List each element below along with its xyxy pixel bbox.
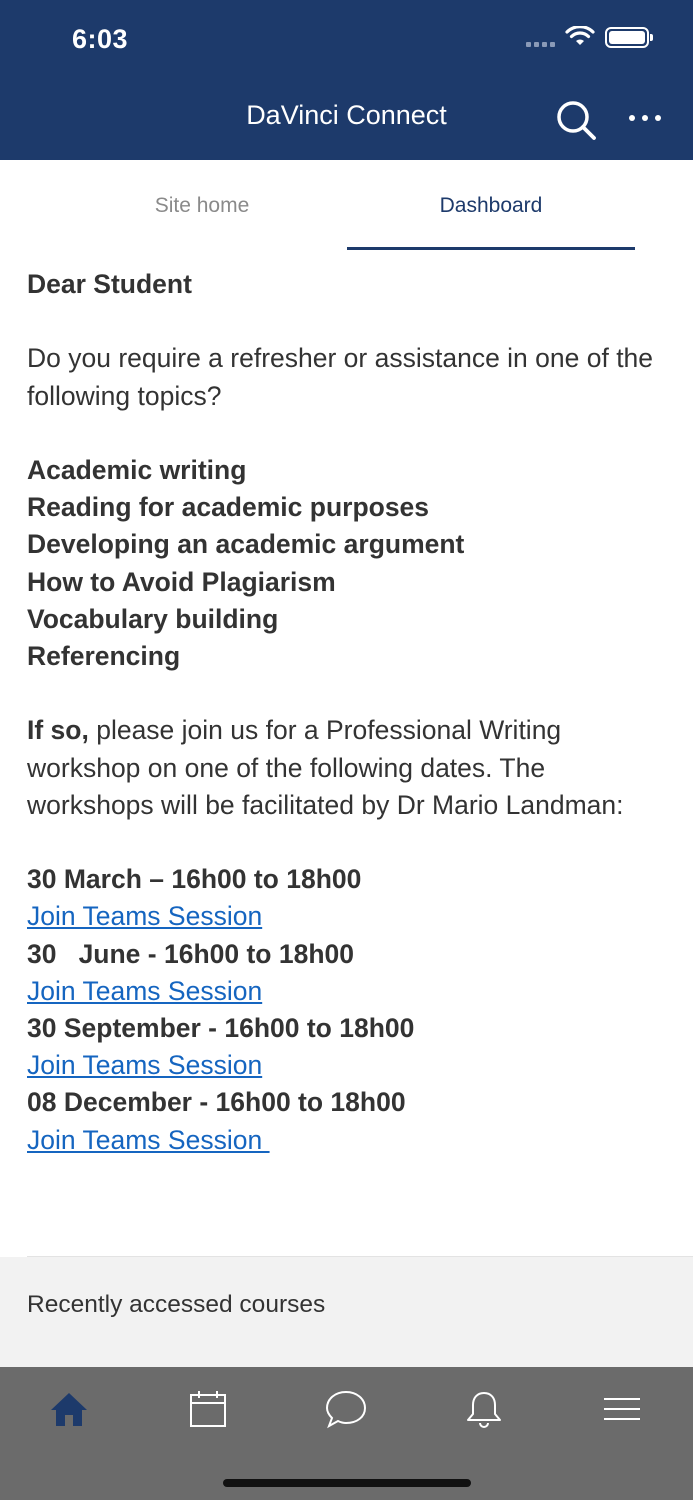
greeting: Dear Student [27,269,192,299]
session-date: 30 June - 16h00 to 18h00 [27,938,354,969]
dashboard-content: Dear Student Do you require a refresher … [27,266,672,1159]
join-teams-link[interactable]: Join Teams Session [27,973,262,1010]
home-indicator [223,1479,471,1487]
status-time: 6:03 [72,24,129,54]
join-teams-link[interactable]: Join Teams Session [27,1047,262,1084]
search-button[interactable] [554,98,598,142]
topic-item: Reading for academic purposes [27,492,430,523]
recent-courses-section[interactable]: Recently accessed courses [0,1257,693,1367]
session-date: 30 September - 16h00 to 18h00 [27,1013,415,1043]
tab-site-home[interactable]: Site home [58,160,346,252]
topic-item: How to Avoid Plagiarism [27,566,336,597]
join-teams-link[interactable]: Join Teams Session [27,898,262,935]
active-tab-indicator [347,247,635,250]
topic-item: Referencing [27,641,181,671]
topic-item: Academic writing [27,454,247,485]
tab-strip: Site home Dashboard [0,160,693,252]
tab-messages[interactable] [322,1385,370,1433]
join-teams-link[interactable]: Join Teams Session [27,1122,270,1159]
more-dot-icon [642,115,648,121]
invite-body: please join us for a Professional Writin… [27,715,624,820]
bell-icon [467,1392,501,1428]
search-icon [557,101,596,140]
intro-text: Do you require a refresher or assistance… [27,343,654,411]
session-date: 08 December - 16h00 to 18h00 [27,1087,406,1118]
tab-notifications[interactable] [460,1385,508,1433]
invite-lead: If so, [27,715,89,746]
calendar-icon [190,1391,226,1427]
topic-item: Developing an academic argument [27,529,465,560]
home-icon [51,1393,87,1426]
tab-calendar[interactable] [184,1385,232,1433]
chat-icon [325,1390,367,1429]
menu-icon [604,1398,640,1420]
tab-home[interactable] [45,1385,93,1433]
more-dot-icon [629,115,635,121]
session-date: 30 March – 16h00 to 18h00 [27,864,362,895]
tab-more-menu[interactable] [598,1385,646,1433]
tab-dashboard[interactable]: Dashboard [347,160,635,252]
more-dot-icon [655,115,661,121]
signal-icon [526,41,555,47]
recent-courses-label: Recently accessed courses [27,1291,326,1318]
invite-text: If so, please join us for a Professional… [27,712,672,824]
wifi-icon [565,26,595,45]
status-icons [526,26,653,48]
more-options-button[interactable] [625,104,665,132]
app-header: 6:03 DaVinci Connect [0,0,693,160]
battery-icon [605,26,653,48]
topic-item: Vocabulary building [27,603,279,634]
